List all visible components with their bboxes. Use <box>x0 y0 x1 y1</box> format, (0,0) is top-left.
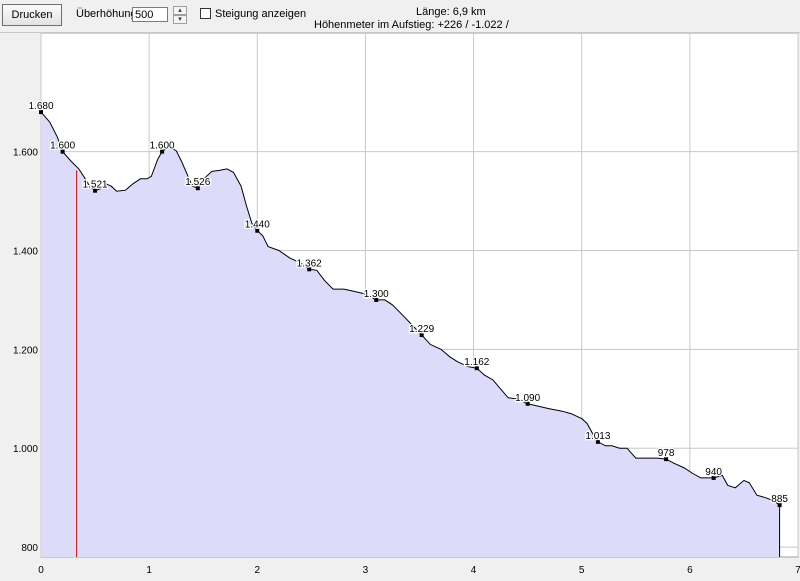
x-tick-label: 2 <box>255 565 261 576</box>
toolbar: Drucken Überhöhung ▴ ▾ Steigung anzeigen… <box>0 0 800 33</box>
elevation-point-label: 885 <box>771 494 788 505</box>
x-tick-label: 5 <box>579 565 585 576</box>
x-tick-label: 1 <box>146 565 152 576</box>
exaggeration-input[interactable] <box>132 7 168 22</box>
x-tick-label: 0 <box>38 565 44 576</box>
spin-up-icon[interactable]: ▴ <box>173 6 187 15</box>
elevation-point-label: 1.229 <box>409 324 434 335</box>
elevation-point-label: 1.600 <box>150 141 175 152</box>
elevation-point-label: 1.162 <box>464 357 489 368</box>
elevation-point-label: 940 <box>705 467 722 478</box>
x-tick-label: 4 <box>471 565 477 576</box>
print-button[interactable]: Drucken <box>2 4 62 26</box>
y-tick-label: 1.200 <box>13 345 38 356</box>
elevation-point-label: 1.521 <box>83 180 108 191</box>
ascent-readout: Höhenmeter im Aufstieg: +226 / -1.022 / <box>314 19 509 31</box>
x-tick-label: 3 <box>363 565 369 576</box>
length-readout: Länge: 6,9 km <box>416 6 486 18</box>
exaggeration-label: Überhöhung <box>76 8 137 20</box>
elevation-profile-svg: 0 1 2 3 4 5 6 7 800 1.000 1.200 1.400 1.600 1.680 1.60… <box>13 32 800 576</box>
elevation-point-label: 1.090 <box>515 393 540 404</box>
elevation-point-label: 1.526 <box>185 177 210 188</box>
slope-checkbox[interactable] <box>200 8 211 19</box>
elevation-point-label: 1.300 <box>364 289 389 300</box>
y-tick-label: 800 <box>21 543 38 554</box>
y-tick-label: 1.600 <box>13 148 38 159</box>
elevation-point-label: 978 <box>658 448 675 459</box>
elevation-point-label: 1.013 <box>585 431 610 442</box>
elevation-point-label: 1.600 <box>50 141 75 152</box>
y-tick-label: 1.400 <box>13 247 38 258</box>
y-tick-label: 1.000 <box>13 444 38 455</box>
x-tick-label: 7 <box>795 565 800 576</box>
exaggeration-stepper[interactable]: ▴ ▾ <box>173 6 187 25</box>
elevation-point-label: 1.362 <box>297 258 322 269</box>
elevation-point-label: 1.440 <box>245 220 270 231</box>
spin-down-icon[interactable]: ▾ <box>173 15 187 24</box>
x-tick-label: 6 <box>687 565 693 576</box>
elevation-point-label: 1.680 <box>28 101 53 112</box>
slope-checkbox-label[interactable]: Steigung anzeigen <box>215 8 306 21</box>
elevation-chart: 0 1 2 3 4 5 6 7 800 1.000 1.200 1.400 1.600 1.680 1.60… <box>0 32 800 578</box>
